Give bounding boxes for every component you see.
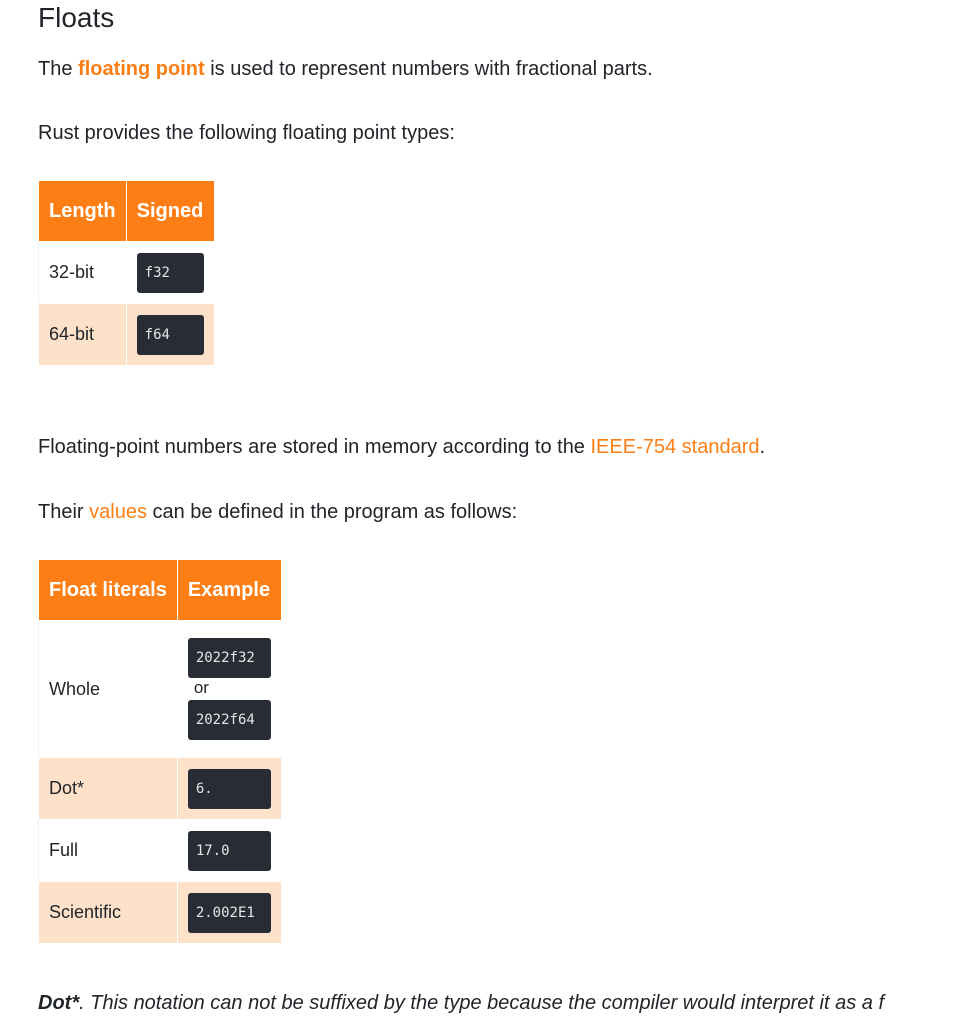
storage-after: .	[759, 436, 766, 458]
table-row: Dot* 6.	[38, 757, 282, 820]
length-cell: 64-bit	[38, 303, 127, 366]
types-intro-paragraph: Rust provides the following floating poi…	[38, 122, 455, 144]
length-cell: 32-bit	[38, 241, 127, 304]
table-row: Whole 2022f32 or 2022f64	[38, 620, 282, 758]
code-snippet: f64	[136, 314, 204, 355]
code-snippet: 2022f64	[187, 700, 271, 740]
storage-before: Floating-point numbers are stored in mem…	[38, 436, 591, 458]
storage-paragraph: Floating-point numbers are stored in mem…	[38, 434, 765, 460]
signed-cell: f32	[125, 241, 215, 304]
table-header-row: Length Signed	[38, 181, 215, 242]
code-snippet: 2022f32	[187, 638, 271, 678]
values-paragraph: Their values can be defined in the progr…	[38, 499, 517, 525]
ieee-754-link[interactable]: IEEE-754 standard	[591, 436, 760, 458]
floating-point-highlight: floating point	[78, 58, 205, 80]
intro-after: is used to represent numbers with fracti…	[204, 58, 653, 80]
signed-cell: f64	[125, 303, 215, 366]
footnote-marker: Dot*	[38, 992, 80, 1014]
intro-before: The	[38, 58, 79, 80]
footnote-paragraph: Dot*. This notation can not be suffixed …	[38, 990, 884, 1016]
section-heading: Floats	[38, 2, 115, 33]
literal-name-cell: Full	[38, 819, 178, 882]
table-header-row: Float literals Example	[38, 560, 282, 621]
float-types-table: Length Signed 32-bit f32 64-bit f64	[38, 181, 215, 366]
values-link[interactable]: values	[89, 501, 147, 523]
code-snippet: f32	[136, 252, 204, 293]
or-text: or	[193, 678, 209, 697]
literal-name-cell: Dot*	[38, 757, 178, 820]
table-row: 64-bit f64	[38, 303, 215, 366]
code-snippet: 2.002E1	[187, 892, 271, 933]
example-cell: 2022f32 or 2022f64	[176, 620, 282, 758]
example-cell: 2.002E1	[176, 881, 282, 944]
example-cell: 6.	[176, 757, 282, 820]
header-length: Length	[38, 181, 127, 242]
table-row: Full 17.0	[38, 819, 282, 882]
literal-name-cell: Whole	[38, 620, 178, 758]
float-literals-table: Float literals Example Whole 2022f32 or …	[38, 560, 282, 944]
header-signed: Signed	[125, 181, 215, 242]
table-row: Scientific 2.002E1	[38, 881, 282, 944]
table-row: 32-bit f32	[38, 241, 215, 304]
intro-paragraph: The floating point is used to represent …	[38, 56, 653, 82]
header-example: Example	[176, 560, 282, 621]
header-float-literals: Float literals	[38, 560, 178, 621]
values-after: can be defined in the program as follows…	[146, 501, 518, 523]
values-before: Their	[38, 501, 90, 523]
footnote-text: . This notation can not be suffixed by t…	[79, 992, 885, 1014]
code-snippet: 17.0	[187, 830, 271, 871]
code-snippet: 6.	[187, 768, 271, 809]
example-cell: 17.0	[176, 819, 282, 882]
literal-name-cell: Scientific	[38, 881, 178, 944]
